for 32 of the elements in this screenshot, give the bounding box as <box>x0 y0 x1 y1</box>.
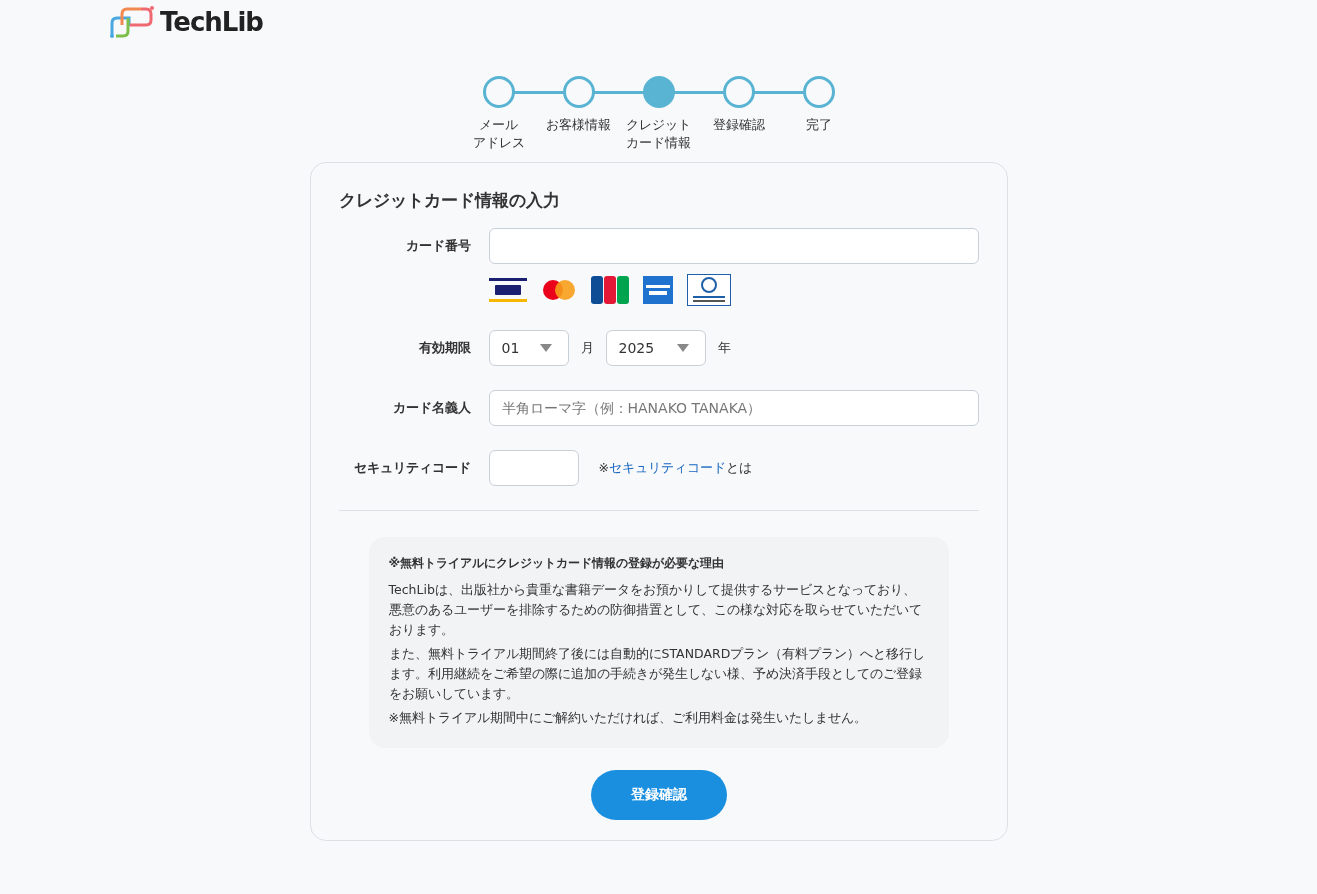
card-number-field[interactable] <box>488 228 979 264</box>
field-label: セキュリティコード <box>352 459 472 477</box>
unit-text: 年 <box>717 339 731 357</box>
dropdown-caret-icon <box>539 344 552 352</box>
card-brand-icon <box>488 278 527 302</box>
step-label: 完了 <box>805 116 832 134</box>
step-label: メール アドレス <box>472 116 525 152</box>
step-label: お客様情報 <box>546 116 611 134</box>
notice-title: ※無料トライアルにクレジットカード情報の登録が必要な理由 <box>388 555 726 572</box>
field-label: カード番号 <box>404 237 472 255</box>
notice-paragraph: また、無料トライアル期間終了後には自動的にSTANDARDプラン（有料プラン）へと移行します。利用継続をご希望の際に追加の手続きが発生しない様、予め決済手段としてのご登録をお願いしています。 <box>388 645 927 703</box>
dropdown-caret-icon <box>676 344 689 352</box>
help-text: ※セキュリティコード とは <box>598 459 752 477</box>
form-title: クレジットカード情報の入力 <box>338 189 561 212</box>
notice-paragraph: TechLibは、出版社から貴重な書籍データをお預かりして提供するサービスとなっており、悪意のあるユーザーを排除するための防御措置として、この様な対応を取らせていただいております。 <box>388 581 923 639</box>
step-label: クレジット カード情報 <box>626 116 691 152</box>
field-label: 有効期限 <box>417 339 472 357</box>
unit-text: 月 <box>580 339 594 357</box>
card-brand-icon <box>686 274 731 306</box>
step-label: 登録確認 <box>712 116 765 134</box>
card-brand-icon <box>590 276 629 304</box>
security-code-link[interactable]: セキュリティコード <box>609 459 726 475</box>
security-code-field[interactable] <box>488 450 579 486</box>
card-brand-icon <box>642 276 673 304</box>
field-label: カード名義人 <box>391 399 472 417</box>
logo-icon <box>108 5 156 39</box>
month-select[interactable]: 01 <box>488 330 569 366</box>
year-select[interactable]: 2025 <box>605 330 706 366</box>
logo-text: TechLib <box>160 7 263 37</box>
notice-paragraph: ※無料トライアル期間中にご解約いただければ、ご利用料金は発生いたしません。 <box>388 709 868 727</box>
card-brand-icon <box>540 278 577 302</box>
cardholder-field[interactable]: 半角ローマ字（例：HANAKO TANAKA） <box>488 390 979 426</box>
